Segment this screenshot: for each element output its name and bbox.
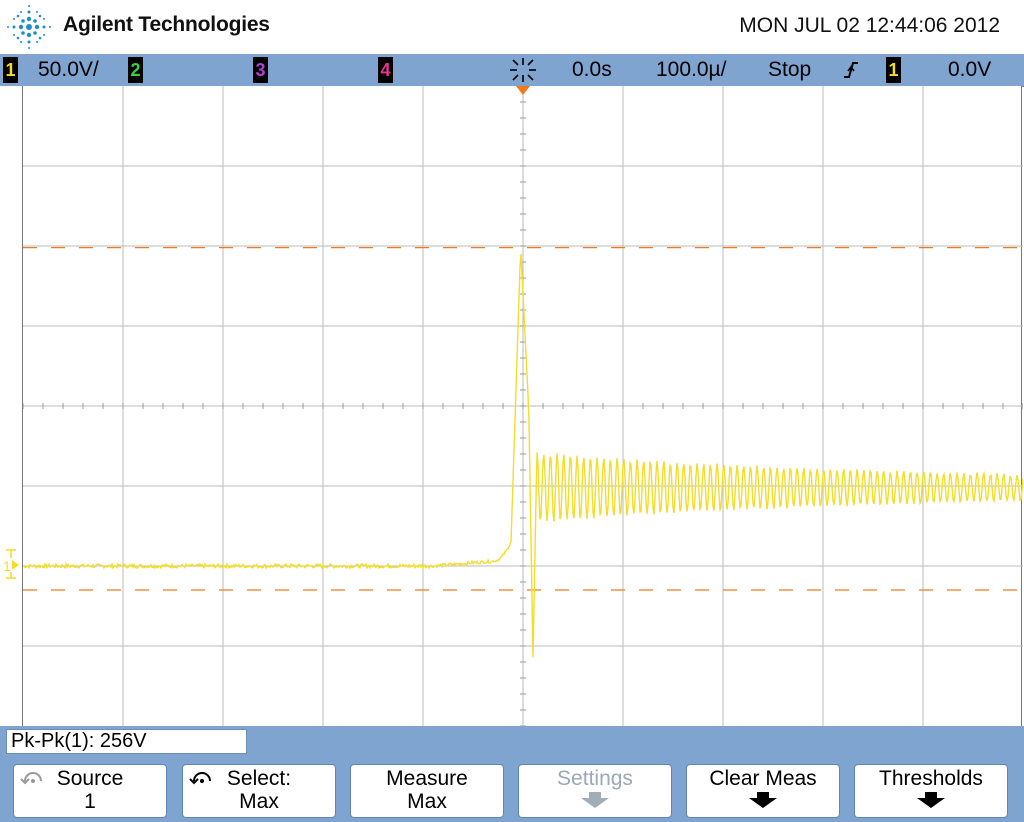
graticule (23, 86, 1023, 726)
measure-button[interactable]: Measure Max (350, 764, 504, 818)
settings-button-title: Settings (557, 767, 633, 790)
thresholds-button-title: Thresholds (879, 767, 983, 790)
source-button[interactable]: Source 1 (13, 764, 167, 818)
clear-meas-button[interactable]: Clear Meas (686, 764, 840, 818)
rotate-knob-icon (20, 772, 42, 785)
time-scale[interactable]: 100.0µ/ (656, 57, 727, 83)
rising-edge-icon (844, 62, 858, 78)
source-button-value: 1 (84, 790, 96, 813)
time-delay[interactable]: 0.0s (572, 57, 612, 83)
settings-button[interactable]: Settings (518, 764, 672, 818)
svg-text:1: 1 (3, 558, 11, 574)
clear-meas-button-title: Clear Meas (709, 767, 817, 790)
header: Agilent Technologies MON JUL 02 12:44:06… (0, 0, 1024, 54)
select-button[interactable]: Select: Max (182, 764, 336, 818)
agilent-spark-icon (7, 5, 51, 49)
channel-2-badge[interactable]: 2 (128, 57, 143, 83)
channel-4-badge[interactable]: 4 (378, 57, 393, 83)
submenu-arrow-icon (749, 792, 777, 808)
status-bar: 1 50.0V/ 2 3 4 0.0s 100.0µ/ Stop 1 0.0V (0, 54, 1024, 87)
submenu-arrow-icon (917, 792, 945, 808)
channel-1-badge[interactable]: 1 (3, 57, 18, 83)
trigger-position-marker[interactable] (516, 86, 530, 95)
brand-name: Agilent Technologies (63, 13, 270, 36)
select-button-value: Max (239, 790, 279, 813)
measure-button-title: Measure (386, 767, 468, 790)
acquisition-icon (510, 58, 536, 82)
softkey-panel: Pk-Pk(1): 256V Source 1 Select: Max Meas… (0, 726, 1024, 822)
thresholds-button[interactable]: Thresholds (854, 764, 1008, 818)
channel-marker-strip: 1 (0, 86, 22, 726)
run-state[interactable]: Stop (768, 57, 811, 83)
rotate-knob-icon (189, 772, 211, 785)
channel-1-ground-marker[interactable]: 1 (2, 548, 20, 582)
measurement-readout: Pk-Pk(1): 256V (6, 729, 247, 754)
trigger-source-badge[interactable]: 1 (886, 57, 901, 83)
waveform-display[interactable] (22, 86, 1023, 726)
measure-button-value: Max (407, 790, 447, 813)
trigger-level[interactable]: 0.0V (948, 57, 991, 83)
channel-3-badge[interactable]: 3 (253, 57, 268, 83)
channel-1-scale[interactable]: 50.0V/ (38, 57, 99, 83)
submenu-arrow-icon (581, 792, 609, 808)
date-time: MON JUL 02 12:44:06 2012 (739, 14, 1000, 37)
